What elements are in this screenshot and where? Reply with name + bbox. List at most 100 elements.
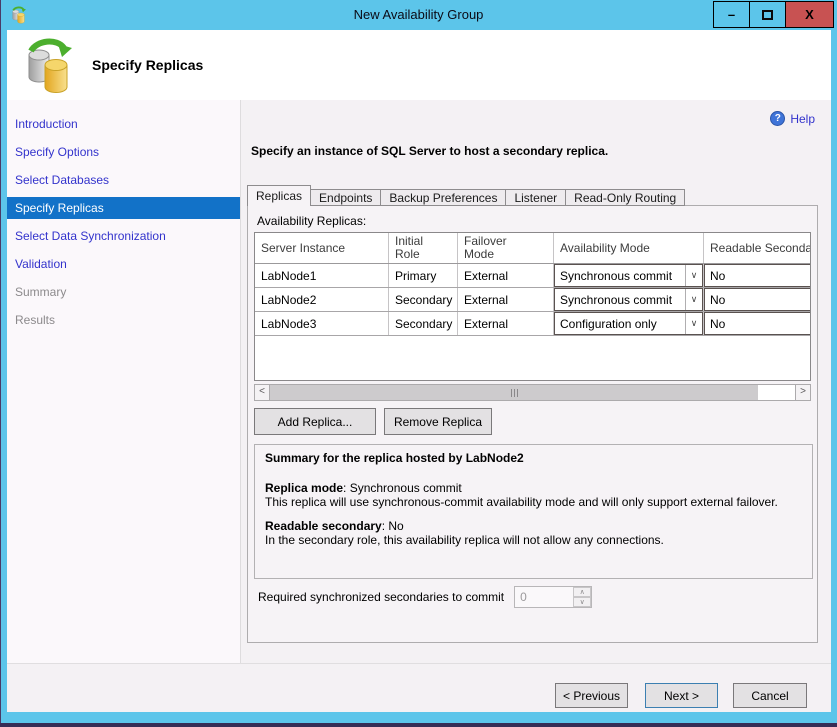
tab-listener[interactable]: Listener xyxy=(505,189,566,206)
replica-mode-description: This replica will use synchronous-commit… xyxy=(265,495,802,509)
close-icon: X xyxy=(805,7,814,22)
sidebar-item-specify-replicas[interactable]: Specify Replicas xyxy=(7,197,240,219)
table-row[interactable]: LabNode3 Secondary External Configuratio… xyxy=(255,312,811,336)
wizard-footer: < Previous Next > Cancel xyxy=(7,663,831,712)
minimize-icon: – xyxy=(728,7,735,22)
page-title: Specify Replicas xyxy=(92,57,203,73)
availability-replicas-label: Availability Replicas: xyxy=(257,214,366,228)
column-header-initial-role[interactable]: Initial Role xyxy=(389,233,458,263)
spin-up-button[interactable]: ∧ xyxy=(573,587,591,597)
new-availability-group-window: New Availability Group – X xyxy=(0,0,837,727)
cell-initial-role: Secondary xyxy=(389,288,458,311)
replicas-database-icon xyxy=(21,37,75,95)
summary-title: Summary for the replica hosted by LabNod… xyxy=(265,451,802,465)
spin-down-icon: ∨ xyxy=(580,598,585,606)
grid-header-row: Server Instance Initial Role Failover Mo… xyxy=(255,233,811,264)
chevron-down-icon[interactable]: ∨ xyxy=(685,313,702,334)
readable-secondary-value: : No xyxy=(382,519,404,533)
spin-down-button[interactable]: ∨ xyxy=(573,597,591,607)
spin-up-icon: ∧ xyxy=(580,588,585,596)
dropdown-value: No xyxy=(705,313,811,334)
cell-initial-role: Primary xyxy=(389,264,458,287)
scroll-right-button[interactable]: > xyxy=(795,384,811,401)
replica-mode-line: Replica mode: Synchronous commit xyxy=(265,481,802,495)
sidebar-item-select-databases[interactable]: Select Databases xyxy=(7,166,240,194)
cell-availability-mode: Synchronous commit ∨ xyxy=(554,264,704,287)
maximize-button[interactable] xyxy=(749,1,786,28)
replica-summary-box: Summary for the replica hosted by LabNod… xyxy=(254,444,813,579)
scrollbar-thumb[interactable] xyxy=(270,385,758,400)
sidebar-item-specify-options[interactable]: Specify Options xyxy=(7,138,240,166)
availability-replicas-grid: Server Instance Initial Role Failover Mo… xyxy=(254,232,811,381)
readable-secondary-dropdown[interactable]: No xyxy=(704,288,811,311)
tab-backup-preferences[interactable]: Backup Preferences xyxy=(380,189,506,206)
add-replica-button[interactable]: Add Replica... xyxy=(254,408,376,435)
readable-secondary-dropdown[interactable]: No xyxy=(704,312,811,335)
minimize-button[interactable]: – xyxy=(713,1,750,28)
help-link[interactable]: ? Help xyxy=(770,111,815,126)
scrollbar-track[interactable] xyxy=(270,384,795,401)
availability-mode-dropdown[interactable]: Synchronous commit ∨ xyxy=(554,264,703,287)
readable-secondary-line: Readable secondary: No xyxy=(265,519,802,533)
table-row[interactable]: LabNode2 Secondary External Synchronous … xyxy=(255,288,811,312)
replicas-tab-panel: Availability Replicas: Server Instance I… xyxy=(247,205,818,643)
replica-mode-value: : Synchronous commit xyxy=(343,481,462,495)
cell-readable-secondary: No xyxy=(704,288,811,311)
cell-initial-role: Secondary xyxy=(389,312,458,335)
column-header-server-instance[interactable]: Server Instance xyxy=(255,233,389,263)
help-icon: ? xyxy=(770,111,785,126)
chevron-down-icon[interactable]: ∨ xyxy=(685,289,702,310)
tab-read-only-routing[interactable]: Read-Only Routing xyxy=(565,189,685,206)
cell-server-instance[interactable]: LabNode1 xyxy=(255,264,389,287)
horizontal-scrollbar[interactable]: < > xyxy=(254,384,811,401)
dropdown-value: Configuration only xyxy=(555,313,685,334)
cell-server-instance[interactable]: LabNode2 xyxy=(255,288,389,311)
commit-setting-row: Required synchronized secondaries to com… xyxy=(258,586,592,608)
scrollbar-grip-icon xyxy=(514,389,515,397)
previous-button[interactable]: < Previous xyxy=(555,683,628,708)
column-header-readable-secondary[interactable]: Readable Secondary xyxy=(704,233,811,263)
dropdown-value: No xyxy=(705,265,811,286)
cell-readable-secondary: No xyxy=(704,312,811,335)
secondaries-to-commit-spinner[interactable]: 0 ∧ ∨ xyxy=(514,586,592,608)
table-row[interactable]: LabNode1 Primary External Synchronous co… xyxy=(255,264,811,288)
commit-setting-label: Required synchronized secondaries to com… xyxy=(258,590,504,604)
sidebar-item-select-data-synchronization[interactable]: Select Data Synchronization xyxy=(7,222,240,250)
titlebar[interactable]: New Availability Group – X xyxy=(0,0,837,30)
spinner-value[interactable]: 0 xyxy=(515,587,573,607)
wizard-content: ? Help Specify an instance of SQL Server… xyxy=(241,100,831,663)
wizard-steps-sidebar: Introduction Specify Options Select Data… xyxy=(7,100,241,663)
tab-endpoints[interactable]: Endpoints xyxy=(310,189,381,206)
wizard-header: Specify Replicas xyxy=(7,30,831,100)
availability-mode-dropdown[interactable]: Synchronous commit ∨ xyxy=(554,288,703,311)
cell-server-instance[interactable]: LabNode3 xyxy=(255,312,389,335)
readable-secondary-label: Readable secondary xyxy=(265,519,382,533)
tab-strip: Replicas Endpoints Backup Preferences Li… xyxy=(247,185,685,206)
dropdown-value: No xyxy=(705,289,811,310)
next-button[interactable]: Next > xyxy=(645,683,718,708)
scroll-left-icon: < xyxy=(259,386,265,397)
dropdown-value: Synchronous commit xyxy=(555,289,685,310)
cell-failover-mode: External xyxy=(458,312,554,335)
chevron-down-icon[interactable]: ∨ xyxy=(685,265,702,286)
sidebar-item-validation[interactable]: Validation xyxy=(7,250,240,278)
cell-availability-mode: Synchronous commit ∨ xyxy=(554,288,704,311)
maximize-icon xyxy=(762,10,773,20)
sidebar-item-results: Results xyxy=(7,306,240,334)
sidebar-item-introduction[interactable]: Introduction xyxy=(7,110,240,138)
cancel-button[interactable]: Cancel xyxy=(733,683,807,708)
spinner-buttons: ∧ ∨ xyxy=(573,587,591,607)
availability-mode-dropdown[interactable]: Configuration only ∨ xyxy=(554,312,703,335)
sidebar-item-summary: Summary xyxy=(7,278,240,306)
remove-replica-button[interactable]: Remove Replica xyxy=(384,408,492,435)
dropdown-value: Synchronous commit xyxy=(555,265,685,286)
scroll-left-button[interactable]: < xyxy=(254,384,270,401)
close-button[interactable]: X xyxy=(785,1,834,28)
window-controls: – X xyxy=(714,1,834,28)
column-header-availability-mode[interactable]: Availability Mode xyxy=(554,233,704,263)
scroll-right-icon: > xyxy=(800,386,806,397)
tab-replicas[interactable]: Replicas xyxy=(247,185,311,206)
readable-secondary-dropdown[interactable]: No xyxy=(704,264,811,287)
column-header-failover-mode[interactable]: Failover Mode xyxy=(458,233,554,263)
cell-readable-secondary: No xyxy=(704,264,811,287)
